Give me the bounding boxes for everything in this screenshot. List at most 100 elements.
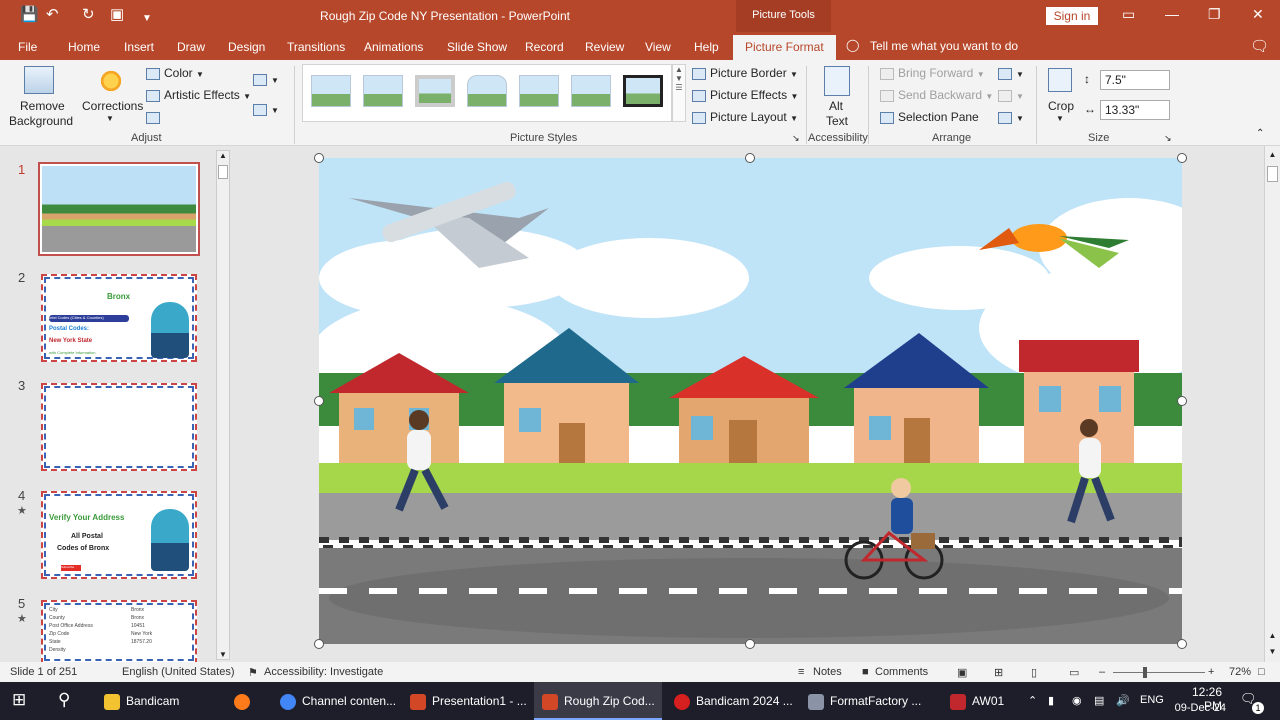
resize-handle-r[interactable] bbox=[1177, 396, 1187, 406]
picture-border-button[interactable]: Picture Border ▼ bbox=[692, 66, 798, 80]
firefox-icon[interactable] bbox=[234, 682, 256, 720]
slideshow-view-icon[interactable]: ▭ bbox=[1069, 666, 1079, 679]
search-icon[interactable]: ⚲ bbox=[58, 682, 70, 720]
transparency-icon[interactable] bbox=[146, 110, 164, 124]
format-dialog-launcher-icon[interactable]: ↘ bbox=[792, 133, 800, 144]
reading-view-icon[interactable]: ▯ bbox=[1031, 666, 1037, 679]
scroll-up-icon[interactable]: ▲ bbox=[1265, 150, 1280, 159]
alt-text-label-1[interactable]: Alt bbox=[829, 99, 843, 113]
remove-background-icon[interactable] bbox=[24, 66, 54, 94]
shape-width-input[interactable]: 13.33" bbox=[1100, 100, 1170, 120]
taskbar-app-bandicam-folder[interactable]: Bandicam bbox=[94, 682, 220, 720]
thumbnail-scrollbar[interactable]: ▲ ▼ bbox=[216, 150, 230, 660]
resize-handle-t[interactable] bbox=[745, 153, 755, 163]
language-indicator[interactable]: English (United States) bbox=[122, 666, 235, 678]
tab-insert[interactable]: Insert bbox=[124, 40, 154, 54]
compress-pictures-icon[interactable]: ▼ bbox=[253, 72, 279, 86]
slide-thumb-5[interactable]: City County Post Office Address Zip Code… bbox=[41, 600, 197, 664]
taskbar-app-presentation1[interactable]: Presentation1 - ... bbox=[402, 682, 530, 720]
tab-draw[interactable]: Draw bbox=[177, 40, 205, 54]
group-icon[interactable]: ▼ bbox=[998, 88, 1024, 102]
tab-review[interactable]: Review bbox=[585, 40, 624, 54]
color-button[interactable]: Color ▼ bbox=[146, 66, 204, 80]
slide-sorter-icon[interactable]: ⊞ bbox=[994, 666, 1003, 679]
corrections-button[interactable]: Corrections bbox=[82, 99, 143, 113]
zoom-out-icon[interactable]: – bbox=[1099, 666, 1105, 678]
style-thumb-4[interactable] bbox=[467, 75, 507, 107]
alt-text-label-2[interactable]: Text bbox=[826, 114, 848, 128]
corrections-icon[interactable] bbox=[98, 68, 124, 94]
crop-button[interactable]: Crop bbox=[1048, 99, 1074, 113]
style-thumb-7[interactable] bbox=[623, 75, 663, 107]
scroll-down-icon[interactable]: ▼ bbox=[217, 650, 229, 659]
resize-handle-b[interactable] bbox=[745, 639, 755, 649]
slide-canvas[interactable] bbox=[319, 158, 1182, 644]
taskbar-app-chrome[interactable]: Channel conten... bbox=[272, 682, 398, 720]
artistic-effects-button[interactable]: Artistic Effects ▼ bbox=[146, 88, 251, 102]
network-icon[interactable]: ▤ bbox=[1094, 682, 1104, 720]
tab-design[interactable]: Design bbox=[228, 40, 265, 54]
resize-handle-bl[interactable] bbox=[314, 639, 324, 649]
zoom-level[interactable]: 72% bbox=[1229, 666, 1251, 678]
slide-thumb-1[interactable] bbox=[38, 162, 200, 256]
minimize-button[interactable]: — bbox=[1165, 6, 1179, 22]
comments-button[interactable]: Comments bbox=[875, 666, 928, 678]
tab-transitions[interactable]: Transitions bbox=[287, 40, 345, 54]
bring-forward-button[interactable]: Bring Forward ▼ bbox=[880, 66, 985, 80]
tab-file[interactable]: File bbox=[18, 40, 37, 54]
taskbar-app-rough-zip[interactable]: Rough Zip Cod... bbox=[534, 682, 662, 720]
tell-me-input[interactable]: Tell me what you want to do bbox=[870, 39, 1018, 53]
input-language[interactable]: ENG bbox=[1140, 682, 1164, 720]
battery-icon[interactable]: ▮ bbox=[1048, 682, 1054, 720]
fit-to-window-icon[interactable]: □ bbox=[1258, 666, 1265, 678]
send-backward-button[interactable]: Send Backward ▼ bbox=[880, 88, 993, 102]
styles-gallery-scroll[interactable]: ▲ ▼ ☰ bbox=[672, 64, 686, 122]
picture-effects-button[interactable]: Picture Effects ▼ bbox=[692, 88, 798, 102]
scroll-thumb[interactable] bbox=[1267, 166, 1278, 182]
windows-start-icon[interactable]: ⊞ bbox=[12, 682, 26, 720]
slide-thumb-4[interactable]: Verify Your Address All Postal Codes of … bbox=[41, 491, 197, 579]
tab-animations[interactable]: Animations bbox=[364, 40, 423, 54]
taskbar-app-bandicam[interactable]: Bandicam 2024 ... bbox=[666, 682, 796, 720]
tab-view[interactable]: View bbox=[645, 40, 671, 54]
prev-slide-icon[interactable]: ▲ bbox=[1265, 631, 1280, 640]
slide-scrollbar[interactable]: ▲ ▲ ▼ bbox=[1264, 146, 1280, 662]
crop-dropdown-icon[interactable]: ▼ bbox=[1056, 114, 1064, 123]
size-dialog-launcher-icon[interactable]: ↘ bbox=[1164, 133, 1172, 144]
zoom-in-icon[interactable]: + bbox=[1208, 666, 1214, 678]
tab-record[interactable]: Record bbox=[525, 40, 564, 54]
resize-handle-l[interactable] bbox=[314, 396, 324, 406]
style-thumb-2[interactable] bbox=[363, 75, 403, 107]
close-button[interactable]: ✕ bbox=[1252, 6, 1264, 23]
align-icon[interactable]: ▼ bbox=[998, 66, 1024, 80]
style-thumb-5[interactable] bbox=[519, 75, 559, 107]
taskbar-app-aw01[interactable]: AW01 bbox=[946, 682, 1004, 720]
normal-view-icon[interactable]: ▣ bbox=[957, 666, 967, 679]
taskbar-app-formatfactory[interactable]: FormatFactory ... bbox=[800, 682, 930, 720]
comments-icon[interactable]: 🗨 bbox=[1250, 37, 1269, 55]
collapse-ribbon-icon[interactable]: ⌃ bbox=[1256, 128, 1264, 139]
style-thumb-1[interactable] bbox=[311, 75, 351, 107]
rotate-icon[interactable]: ▼ bbox=[998, 110, 1024, 124]
resize-handle-tl[interactable] bbox=[314, 153, 324, 163]
corrections-dropdown-icon[interactable]: ▼ bbox=[106, 114, 114, 123]
sign-in-button[interactable]: Sign in bbox=[1046, 7, 1098, 25]
slide-thumb-2[interactable]: Bronx Intel Codes (Cities & Counties) Po… bbox=[41, 274, 197, 362]
change-picture-icon[interactable]: ▼ bbox=[253, 102, 279, 116]
tab-picture-format[interactable]: Picture Format bbox=[733, 35, 836, 60]
notifications-icon[interactable]: 🗨 bbox=[1240, 682, 1257, 720]
style-thumb-6[interactable] bbox=[571, 75, 611, 107]
tab-slide-show[interactable]: Slide Show bbox=[447, 40, 507, 54]
maximize-button[interactable]: ❐ bbox=[1208, 6, 1221, 23]
slide-thumb-3[interactable] bbox=[41, 383, 197, 471]
next-slide-icon[interactable]: ▼ bbox=[1265, 647, 1280, 656]
zoom-slider-thumb[interactable] bbox=[1143, 667, 1147, 678]
ribbon-display-icon[interactable]: ▭ bbox=[1122, 6, 1135, 23]
alt-text-icon[interactable] bbox=[824, 66, 850, 96]
zoom-slider[interactable] bbox=[1113, 672, 1205, 673]
accessibility-status[interactable]: Accessibility: Investigate bbox=[264, 666, 383, 678]
camera-icon[interactable]: ◉ bbox=[1072, 682, 1082, 720]
shape-height-input[interactable]: 7.5" bbox=[1100, 70, 1170, 90]
street-scene-image[interactable] bbox=[319, 158, 1182, 644]
clock-date[interactable]: 09-Dec-24 bbox=[1164, 702, 1226, 714]
